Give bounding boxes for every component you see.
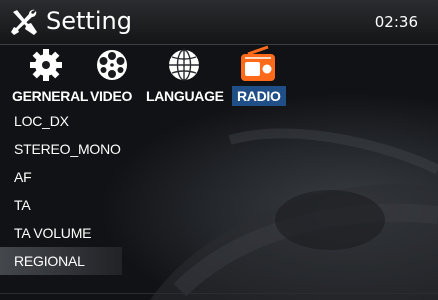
menu-item-loc-dx[interactable]: LOC_DX bbox=[0, 107, 438, 135]
tab-radio-label: RADIO bbox=[232, 86, 286, 106]
menu-item-label: REGIONAL bbox=[14, 253, 85, 269]
globe-icon bbox=[169, 49, 199, 81]
menu-item-af[interactable]: AF bbox=[0, 163, 438, 191]
menu-item-ta-volume[interactable]: TA VOLUME bbox=[0, 219, 438, 247]
tab-general[interactable]: GERNERAL bbox=[12, 45, 88, 106]
menu-item-label: STEREO_MONO bbox=[14, 141, 121, 157]
clock: 02:36 bbox=[374, 13, 418, 31]
menu-item-label: AF bbox=[14, 169, 32, 185]
tab-video-label: VIDEO bbox=[90, 88, 133, 104]
menu-item-stereo-mono[interactable]: STEREO_MONO bbox=[0, 135, 438, 163]
tab-radio[interactable]: RADIO bbox=[232, 45, 288, 106]
tab-video[interactable]: VIDEO bbox=[88, 45, 144, 106]
menu-item-label: LOC_DX bbox=[14, 113, 69, 129]
menu-item-regional[interactable]: REGIONAL bbox=[0, 247, 438, 275]
radio-icon bbox=[241, 45, 275, 81]
tab-language[interactable]: LANGUAGE bbox=[146, 45, 230, 106]
page-title: Setting bbox=[46, 7, 132, 35]
wrench-screwdriver-icon bbox=[11, 9, 37, 35]
menu-item-ta[interactable]: TA bbox=[0, 191, 438, 219]
gear-icon bbox=[30, 49, 62, 81]
divider bbox=[0, 293, 438, 294]
menu-item-label: TA bbox=[14, 197, 31, 213]
menu-item-label: TA VOLUME bbox=[14, 225, 92, 241]
tab-general-label: GERNERAL bbox=[12, 88, 89, 104]
tab-language-label: LANGUAGE bbox=[146, 88, 224, 104]
film-reel-icon bbox=[97, 50, 127, 80]
header-bar: Setting 02:36 bbox=[0, 0, 438, 45]
settings-tab-bar: GERNERAL VIDEO LANGUAGE RADIO bbox=[0, 45, 438, 106]
